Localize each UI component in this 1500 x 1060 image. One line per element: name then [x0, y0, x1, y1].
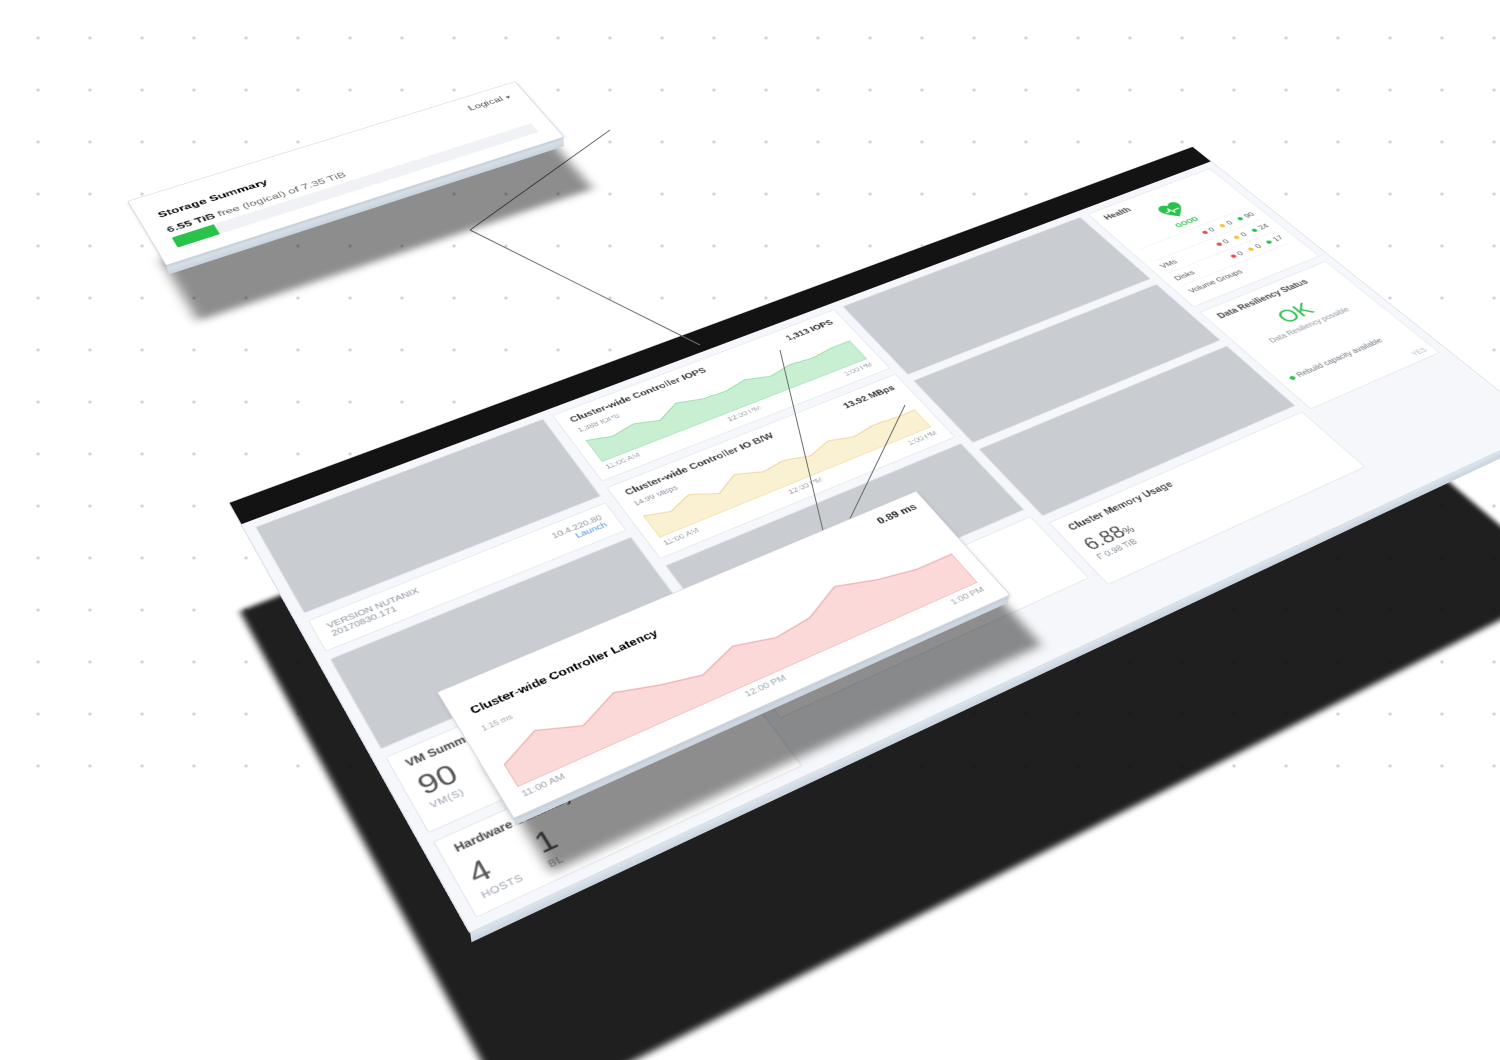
resiliency-yes: YES [1410, 346, 1429, 357]
memory-unit: % [1120, 524, 1138, 537]
memory-value: 6.88 [1078, 522, 1129, 554]
version-label: VERSION NUTANIX [325, 587, 420, 631]
launch-ip: 10.4.220.80 [550, 514, 604, 541]
rebuild-label: Rebuild capacity available [1294, 337, 1385, 379]
version-card: VERSION NUTANIX 20170830.171 10.4.220.80… [308, 502, 627, 651]
launch-label[interactable]: Launch [555, 521, 609, 548]
version-value: 20170830.171 [330, 594, 426, 638]
